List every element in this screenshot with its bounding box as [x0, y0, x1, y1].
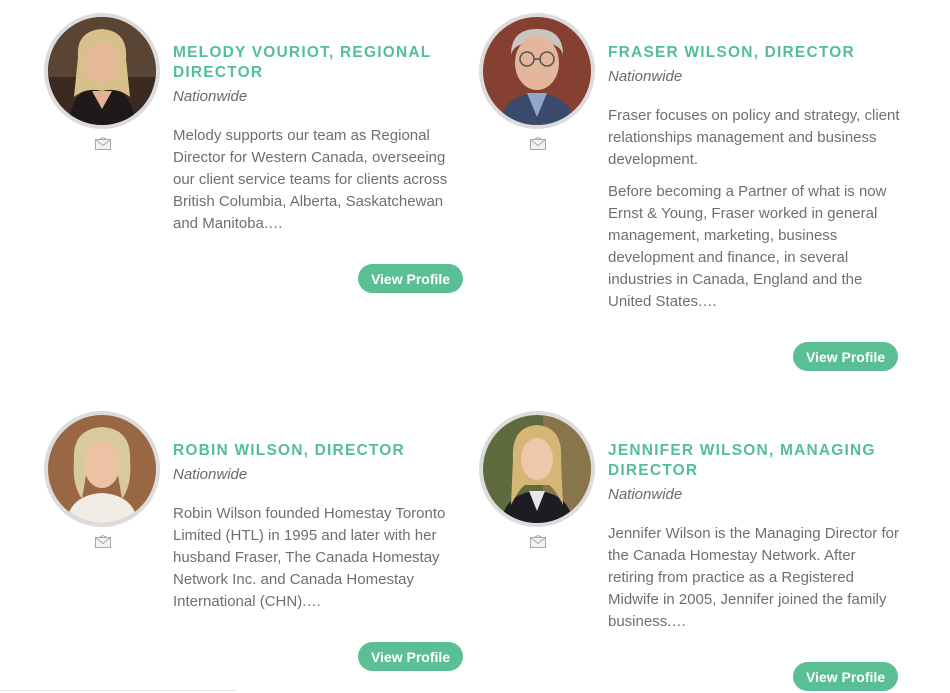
- person-name: FRASER WILSON, DIRECTOR: [608, 44, 855, 61]
- person-bio: Melody supports our team as Regional Dir…: [173, 125, 469, 245]
- bio-paragraph: Robin Wilson founded Homestay Toronto Li…: [173, 505, 446, 610]
- person-location: Nationwide: [173, 88, 248, 105]
- view-profile-button[interactable]: View Profile: [358, 642, 463, 671]
- view-profile-button[interactable]: View Profile: [793, 662, 898, 691]
- divider: [0, 690, 236, 691]
- mail-icon[interactable]: [95, 535, 111, 548]
- bio-paragraph: Fraser focuses on policy and strategy, c…: [608, 107, 900, 168]
- person-bio: Robin Wilson founded Homestay Toronto Li…: [173, 503, 469, 623]
- person-location: Nationwide: [608, 68, 683, 85]
- avatar-fraser: [483, 17, 591, 125]
- mail-icon[interactable]: [530, 137, 546, 150]
- person-name: MELODY VOURIOT, REGIONAL DIRECTOR: [173, 44, 432, 81]
- person-name: ROBIN WILSON, DIRECTOR: [173, 442, 405, 459]
- bio-paragraph: Jennifer Wilson is the Managing Director…: [608, 525, 899, 630]
- mail-icon[interactable]: [95, 137, 111, 150]
- person-bio: Jennifer Wilson is the Managing Director…: [608, 523, 904, 643]
- person-location: Nationwide: [608, 486, 683, 503]
- view-profile-button[interactable]: View Profile: [358, 264, 463, 293]
- bio-paragraph: Before becoming a Partner of what is now…: [608, 183, 887, 310]
- person-name: JENNIFER WILSON, MANAGING DIRECTOR: [608, 442, 876, 479]
- avatar-jennifer: [483, 415, 591, 523]
- person-bio: Fraser focuses on policy and strategy, c…: [608, 105, 904, 323]
- avatar-melody: [48, 17, 156, 125]
- avatar-robin: [48, 415, 156, 523]
- person-location: Nationwide: [173, 466, 248, 483]
- bio-paragraph: Melody supports our team as Regional Dir…: [173, 127, 448, 232]
- view-profile-button[interactable]: View Profile: [793, 342, 898, 371]
- mail-icon[interactable]: [530, 535, 546, 548]
